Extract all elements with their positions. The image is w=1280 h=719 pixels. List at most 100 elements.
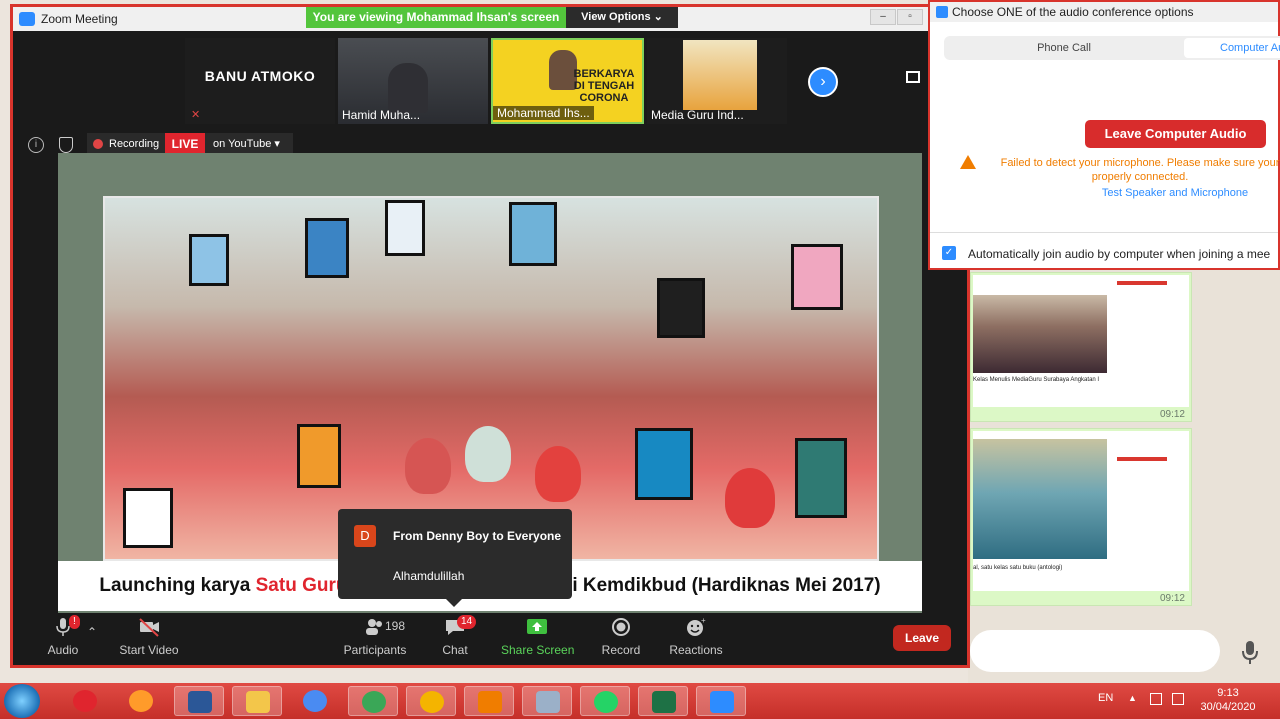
start-button[interactable]: [4, 684, 40, 718]
network-app[interactable]: [522, 686, 572, 716]
chat-button[interactable]: 14 Chat: [433, 615, 477, 657]
play-icon: [478, 691, 502, 713]
info-icon[interactable]: i: [28, 137, 44, 153]
language-indicator[interactable]: EN: [1098, 692, 1113, 704]
book-cover: [683, 40, 757, 110]
chat-count-badge: 14: [457, 615, 477, 629]
gallery-layout-icon[interactable]: [906, 71, 920, 83]
record-dot-icon: [93, 139, 103, 149]
reactions-label: Reactions: [669, 643, 723, 657]
audio-options-chevron[interactable]: ⌃: [87, 625, 97, 639]
live-destination-dropdown[interactable]: on YouTube ▾: [205, 133, 293, 155]
book-poster: [795, 438, 847, 518]
leave-meeting-button[interactable]: Leave: [893, 625, 951, 651]
record-label: Record: [601, 643, 641, 657]
chat-label: Chat: [442, 643, 468, 657]
record-button[interactable]: Record: [599, 617, 643, 657]
microphone-icon[interactable]: [1240, 640, 1260, 666]
book-poster: [305, 218, 349, 278]
share-screen-button[interactable]: Share Screen: [501, 617, 575, 657]
participant-tile-hamid[interactable]: Hamid Muha...: [338, 38, 488, 124]
shared-photo: [103, 196, 879, 561]
participant-tile-ihsan[interactable]: BERKARYA DI TENGAH CORONA Mohammad Ihs..…: [491, 38, 644, 124]
viewing-banner: You are viewing Mohammad Ihsan's screen: [306, 7, 566, 28]
record-icon: [612, 618, 630, 636]
participants-count: 198: [385, 619, 406, 633]
leave-computer-audio-button[interactable]: Leave Computer Audio: [1085, 120, 1266, 148]
thumbnail-photo: [973, 439, 1107, 559]
title-bar: Zoom Meeting You are viewing Mohammad Ih…: [13, 7, 967, 31]
book-poster: [657, 278, 705, 338]
zoom-app[interactable]: [696, 686, 746, 716]
person: [465, 426, 511, 482]
thumbnail-button: [1117, 281, 1167, 285]
microphone-warning: Failed to detect your microphone. Please…: [990, 156, 1280, 184]
message-time: 09:12: [1159, 409, 1185, 420]
audio-button[interactable]: ! Audio: [43, 615, 83, 657]
share-screen-label: Share Screen: [501, 643, 575, 657]
excel-icon: [652, 691, 676, 713]
share-screen-icon: [527, 619, 547, 634]
media-app[interactable]: [464, 686, 514, 716]
sender-avatar: D: [354, 525, 376, 547]
book-poster: [123, 488, 173, 548]
excel-app[interactable]: [638, 686, 688, 716]
live-badge: LIVE: [165, 133, 205, 155]
person: [405, 438, 451, 494]
tab-phone-call[interactable]: Phone Call: [944, 36, 1184, 60]
participants-icon: [366, 619, 382, 635]
action-center-icon[interactable]: [1150, 693, 1162, 705]
reactions-button[interactable]: + Reactions: [667, 617, 725, 657]
participant-name: BANU ATMOKO: [204, 68, 316, 84]
word-icon: [188, 691, 212, 713]
gallery-strip: BANU ATMOKO ✕ Hamid Muha... BERKARYA DI …: [13, 31, 967, 127]
zoom-meeting-window: Zoom Meeting You are viewing Mohammad Ih…: [10, 4, 970, 668]
windows-taskbar: EN ▲ 9:13 30/04/2020: [0, 683, 1280, 719]
clock[interactable]: 9:13 30/04/2020: [1200, 686, 1256, 714]
zoom-app-icon: [19, 12, 35, 26]
tray-expand-icon[interactable]: ▲: [1128, 693, 1137, 703]
whatsapp-app[interactable]: [580, 686, 630, 716]
zoom-app-icon: [936, 6, 948, 18]
book-poster: [385, 200, 425, 256]
test-speaker-link[interactable]: Test Speaker and Microphone: [930, 187, 1280, 199]
participant-name: Media Guru Ind...: [651, 108, 744, 122]
chat-image-2[interactable]: al, satu kelas satu buku (antologi) 09:1…: [970, 428, 1192, 606]
participant-tile-banu[interactable]: BANU ATMOKO ✕: [185, 38, 335, 124]
participants-button[interactable]: 198 Participants: [343, 617, 407, 657]
tab-computer-audio[interactable]: Computer Au: [1184, 38, 1280, 58]
divider: [930, 232, 1278, 233]
opera-app[interactable]: [60, 686, 110, 716]
dialog-title: Choose ONE of the audio conference optio…: [952, 5, 1194, 19]
explorer-app[interactable]: [232, 686, 282, 716]
participant-tile-media-guru[interactable]: Media Guru Ind...: [647, 38, 787, 124]
recording-indicator[interactable]: Recording: [87, 133, 167, 155]
chrome-app[interactable]: [290, 686, 340, 716]
maximize-button[interactable]: ▫: [897, 9, 923, 25]
minimize-button[interactable]: –: [870, 9, 896, 25]
warning-line: properly connected.: [1091, 171, 1189, 183]
vpn-app[interactable]: [406, 686, 456, 716]
word-app[interactable]: [174, 686, 224, 716]
window-title: Zoom Meeting: [41, 12, 118, 26]
book-poster: [635, 428, 693, 500]
chrome-icon: [362, 691, 386, 713]
start-video-button[interactable]: Start Video: [117, 617, 181, 657]
thumbnail-photo: [973, 295, 1107, 373]
image-caption: Kelas Menulis MediaGuru Surabaya Angkata…: [973, 377, 1100, 383]
network-icon[interactable]: [1172, 693, 1184, 705]
popup-tail: [446, 599, 462, 607]
opera-icon: [73, 690, 97, 712]
emoji-icon: +: [687, 617, 706, 636]
firefox-icon: [129, 690, 153, 712]
chat-image-1[interactable]: Kelas Menulis MediaGuru Surabaya Angkata…: [970, 272, 1192, 422]
shield-icon[interactable]: [59, 137, 73, 153]
auto-join-checkbox[interactable]: ✓: [942, 246, 956, 260]
view-options-button[interactable]: View Options ⌄: [566, 7, 678, 28]
message-input[interactable]: [970, 630, 1220, 672]
chrome-profile-app[interactable]: [348, 686, 398, 716]
computer-icon: [536, 691, 560, 713]
next-page-button[interactable]: ›: [808, 67, 838, 97]
chat-notification[interactable]: D From Denny Boy to Everyone Alhamdulill…: [338, 509, 572, 607]
firefox-app[interactable]: [116, 686, 166, 716]
